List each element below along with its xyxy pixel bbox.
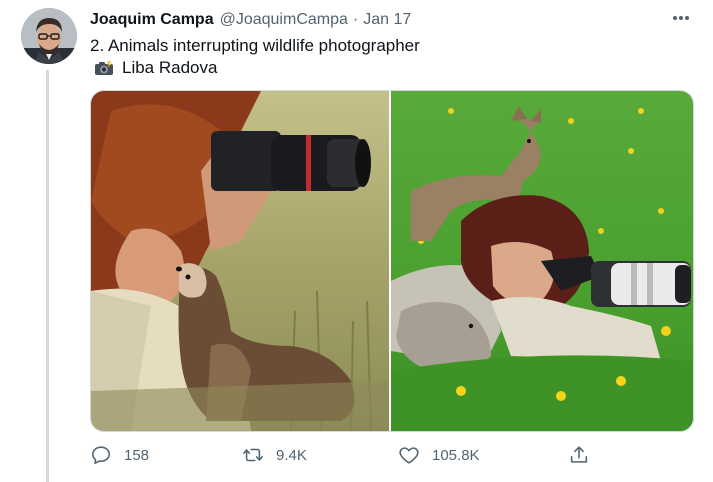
retweet-icon: [243, 448, 263, 462]
media-grid[interactable]: [90, 90, 694, 432]
like-count: 105.8K: [432, 446, 480, 464]
tweet[interactable]: Joaquim Campa @JoaquimCampa · Jan 17 2. …: [0, 0, 713, 482]
separator-dot: ·: [352, 11, 359, 28]
thread-line: [46, 70, 49, 482]
photo-left[interactable]: [91, 91, 389, 431]
reply-button[interactable]: 158: [90, 442, 149, 468]
avatar[interactable]: [21, 8, 77, 64]
camera-flash-icon: [95, 61, 113, 75]
share-icon: [570, 446, 588, 463]
photo-right[interactable]: [391, 91, 693, 431]
tweet-text-line1: 2. Animals interrupting wildlife photogr…: [90, 36, 420, 55]
tweet-credit-line: Liba Radova: [90, 58, 217, 78]
tweet-header: Joaquim Campa @JoaquimCampa · Jan 17: [90, 10, 411, 30]
like-button[interactable]: 105.8K: [398, 442, 480, 468]
action-bar: 158 9.4K 105.8K: [90, 442, 610, 468]
share-button[interactable]: [568, 442, 602, 468]
heart-icon: [399, 447, 419, 464]
tweet-date[interactable]: Jan 17: [363, 11, 411, 29]
reply-count: 158: [124, 446, 150, 464]
credit-name: Liba Radova: [122, 58, 218, 77]
reply-icon: [91, 446, 111, 465]
retweet-button[interactable]: 9.4K: [242, 442, 307, 468]
more-options-icon[interactable]: [666, 8, 696, 28]
author-name[interactable]: Joaquim Campa: [90, 11, 214, 29]
retweet-count: 9.4K: [276, 446, 307, 464]
author-handle[interactable]: @JoaquimCampa: [220, 11, 348, 29]
